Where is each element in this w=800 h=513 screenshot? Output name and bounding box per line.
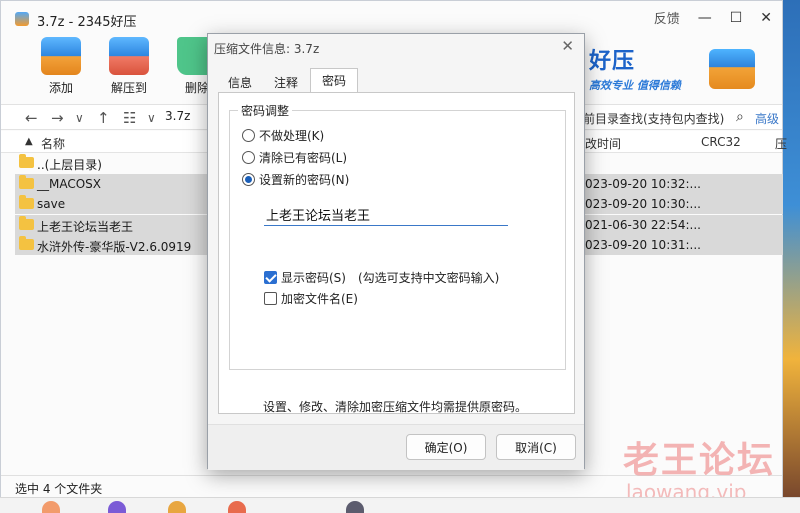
view-mode-icon[interactable]: ☷	[123, 109, 136, 127]
encrypt-names-checkbox[interactable]	[264, 292, 277, 305]
taskbar-app-icon[interactable]	[228, 501, 246, 513]
password-note: 设置、修改、清除加密压缩文件均需提供原密码。	[263, 400, 528, 414]
archive-info-dialog: 压缩文件信息: 3.7z ✕ 信息 注释 密码 密码调整 不做处理(K) 清除已…	[207, 33, 585, 470]
search-input[interactable]: 前目录查找(支持包内查找)	[583, 110, 724, 127]
taskbar-app-icon[interactable]	[346, 501, 364, 513]
extract-button[interactable]: 解压到	[101, 37, 157, 96]
radio-clear-password[interactable]	[242, 151, 255, 164]
advanced-search-link[interactable]: 高级	[755, 110, 779, 127]
window-title: 3.7z - 2345好压	[37, 15, 137, 30]
encrypt-names-label: 加密文件名(E)	[281, 292, 358, 306]
option-clear-password-label: 清除已有密码(L)	[259, 151, 348, 165]
show-password-checkbox[interactable]	[264, 271, 277, 284]
extract-archive-icon	[109, 37, 149, 75]
window-controls: 反馈 — ☐ ✕	[654, 8, 772, 28]
file-name: 水浒外传-豪华版-V2.6.0919	[37, 240, 192, 254]
forward-arrow-icon[interactable]: →	[51, 109, 64, 127]
dialog-title: 压缩文件信息: 3.7z	[214, 42, 320, 56]
folder-icon	[19, 154, 34, 168]
show-password-hint: (勾选可支持中文密码输入)	[357, 271, 500, 285]
folder-icon	[19, 215, 34, 230]
file-name: 上老王论坛当老王	[37, 219, 134, 234]
folder-icon	[19, 236, 34, 250]
sort-up-icon: ▲	[25, 136, 33, 147]
search-icon[interactable]: ⌕	[736, 109, 744, 125]
brand-slogan: 高效专业 值得信赖	[589, 79, 681, 92]
back-arrow-icon[interactable]: ←	[25, 109, 38, 127]
add-archive-icon	[41, 37, 81, 75]
history-dropdown-icon[interactable]: ∨	[75, 111, 84, 125]
add-button-label: 添加	[48, 81, 73, 95]
column-crc32[interactable]: CRC32	[701, 135, 741, 149]
taskbar-app-icon[interactable]	[42, 501, 60, 513]
column-extra[interactable]: 压	[775, 135, 787, 152]
maximize-button[interactable]: ☐	[730, 10, 743, 26]
show-password-label: 显示密码(S)	[281, 271, 346, 285]
file-name: __MACOSX	[37, 176, 102, 191]
minimize-button[interactable]: —	[698, 10, 712, 26]
file-modified-time: 023-09-20 10:30:...	[585, 197, 701, 211]
column-name[interactable]: 名称	[41, 135, 65, 152]
radio-no-change[interactable]	[242, 129, 255, 142]
address-path[interactable]: 3.7z	[165, 109, 190, 123]
option-clear-password[interactable]: 清除已有密码(L)	[242, 149, 347, 166]
radio-set-password[interactable]	[242, 173, 255, 186]
file-modified-time: 023-09-20 10:31:...	[585, 238, 701, 252]
taskbar	[0, 497, 800, 513]
brand-logo-icon	[709, 49, 755, 89]
tab-password[interactable]: 密码	[310, 68, 358, 93]
add-button[interactable]: 添加	[33, 37, 89, 96]
dialog-close-icon[interactable]: ✕	[561, 37, 574, 55]
file-modified-time: 021-06-30 22:54:...	[585, 217, 701, 232]
file-name: save	[37, 197, 66, 211]
up-arrow-icon[interactable]: ↑	[97, 109, 110, 127]
close-button[interactable]: ✕	[760, 10, 772, 26]
watermark-text: 老王论坛	[623, 440, 776, 481]
option-no-change-label: 不做处理(K)	[259, 129, 325, 143]
desktop-background	[783, 0, 800, 513]
option-no-change[interactable]: 不做处理(K)	[242, 127, 324, 144]
extract-button-label: 解压到	[110, 81, 147, 95]
brand-banner: 好压 高效专业 值得信赖	[589, 43, 681, 93]
folder-icon	[19, 195, 34, 209]
view-dropdown-icon[interactable]: ∨	[147, 111, 156, 125]
tab-comment[interactable]: 注释	[264, 70, 308, 92]
password-input[interactable]	[264, 204, 508, 226]
status-text: 选中 4 个文件夹	[15, 482, 103, 496]
app-logo-icon	[15, 12, 29, 26]
password-panel: 密码调整 不做处理(K) 清除已有密码(L) 设置新的密码(N) 显示密码(S)…	[218, 92, 575, 414]
file-name: ..(上层目录)	[37, 158, 102, 172]
password-group: 密码调整 不做处理(K) 清除已有密码(L) 设置新的密码(N) 显示密码(S)…	[229, 102, 566, 370]
column-modified[interactable]: 改时间	[585, 135, 621, 152]
show-password-option[interactable]: 显示密码(S) (勾选可支持中文密码输入)	[264, 269, 499, 286]
group-title: 密码调整	[238, 102, 293, 119]
cancel-button[interactable]: 取消(C)	[496, 434, 576, 460]
feedback-button[interactable]: 反馈	[654, 8, 680, 27]
taskbar-app-icon[interactable]	[168, 501, 186, 513]
title-bar: 3.7z - 2345好压 反馈 — ☐ ✕	[1, 1, 782, 35]
ok-button[interactable]: 确定(O)	[406, 434, 486, 460]
tab-info[interactable]: 信息	[220, 70, 260, 92]
option-set-password[interactable]: 设置新的密码(N)	[242, 171, 349, 188]
brand-name: 好压	[589, 49, 636, 74]
folder-icon	[19, 174, 34, 189]
option-set-password-label: 设置新的密码(N)	[259, 173, 350, 187]
taskbar-app-icon[interactable]	[108, 501, 126, 513]
encrypt-names-option[interactable]: 加密文件名(E)	[264, 290, 358, 307]
file-modified-time: 023-09-20 10:32:...	[585, 176, 701, 191]
